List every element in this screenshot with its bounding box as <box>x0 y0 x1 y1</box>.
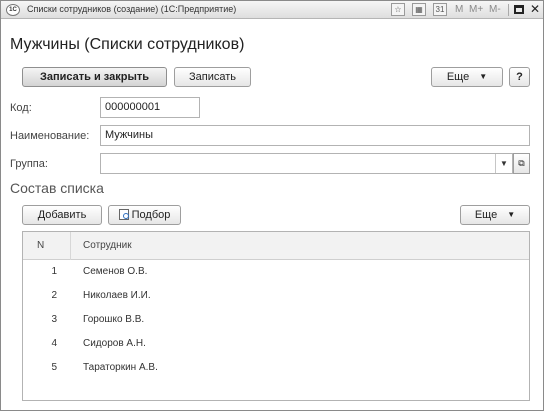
document-form-window: 1С Списки сотрудников (создание) (1С:Пре… <box>0 0 544 411</box>
add-button[interactable]: Добавить <box>22 205 102 225</box>
calendar-icon[interactable]: 31 <box>433 3 447 16</box>
favorites-icon[interactable]: ☆ <box>391 3 405 16</box>
employee-name: Сидоров А.Н. <box>83 338 146 349</box>
titlebar-divider <box>508 4 509 16</box>
employee-name: Горошко В.В. <box>83 314 145 325</box>
table-row[interactable]: 1 Семенов О.В. <box>23 260 529 284</box>
calculator-icon[interactable]: ▦ <box>412 3 426 16</box>
table-row[interactable]: 3 Горошко В.В. <box>23 308 529 332</box>
pick-icon <box>118 209 129 220</box>
chevron-down-icon: ▼ <box>507 210 516 219</box>
page-title: Мужчины (Списки сотрудников) <box>10 36 245 53</box>
pick-button[interactable]: Подбор <box>108 205 181 225</box>
restore-window-icon[interactable] <box>514 5 524 14</box>
code-label: Код: <box>10 102 32 114</box>
group-field[interactable]: ▼ <box>100 153 513 174</box>
name-field[interactable]: Мужчины <box>100 125 530 146</box>
memory-minus-button[interactable]: M- <box>489 4 501 15</box>
employees-table[interactable]: N Сотрудник 1 Семенов О.В. 2 Николаев И.… <box>22 231 530 401</box>
close-window-icon[interactable]: ✕ <box>530 2 540 16</box>
save-button[interactable]: Записать <box>174 67 251 87</box>
employee-name: Семенов О.В. <box>83 266 148 277</box>
app-logo-icon[interactable]: 1С <box>6 4 20 16</box>
row-number: 5 <box>51 362 57 373</box>
employee-name: Николаев И.И. <box>83 290 151 301</box>
row-number: 3 <box>51 314 57 325</box>
list-more-button[interactable]: Еще ▼ <box>460 205 530 225</box>
more-actions-button[interactable]: Еще ▼ <box>431 67 503 87</box>
group-label: Группа: <box>10 158 48 170</box>
list-section-title: Состав списка <box>10 180 104 196</box>
dropdown-arrow-icon[interactable]: ▼ <box>495 154 512 173</box>
window-title: Списки сотрудников (создание) (1С:Предпр… <box>27 4 237 14</box>
list-more-label: Еще <box>474 209 498 221</box>
row-number: 2 <box>51 290 57 301</box>
employee-name: Тараторкин А.В. <box>83 362 158 373</box>
row-number: 1 <box>51 266 57 277</box>
open-group-icon[interactable]: ⧉ <box>513 153 530 174</box>
column-header-employee[interactable]: Сотрудник <box>83 240 132 251</box>
help-button[interactable]: ? <box>509 67 530 87</box>
name-label: Наименование: <box>10 130 90 142</box>
table-row[interactable]: 2 Николаев И.И. <box>23 284 529 308</box>
column-divider <box>70 232 71 260</box>
table-header: N Сотрудник <box>23 232 529 260</box>
save-and-close-button[interactable]: Записать и закрыть <box>22 67 167 87</box>
more-actions-label: Еще <box>446 71 470 83</box>
title-bar: 1С Списки сотрудников (создание) (1С:Пре… <box>1 1 543 19</box>
column-header-n[interactable]: N <box>37 240 44 251</box>
row-number: 4 <box>51 338 57 349</box>
table-row[interactable]: 4 Сидоров А.Н. <box>23 332 529 356</box>
table-row[interactable]: 5 Тараторкин А.В. <box>23 356 529 380</box>
chevron-down-icon: ▼ <box>479 72 488 81</box>
pick-label: Подбор <box>131 209 171 221</box>
code-field[interactable]: 000000001 <box>100 97 200 118</box>
memory-plus-button[interactable]: M+ <box>469 4 483 15</box>
memory-button[interactable]: M <box>455 4 463 15</box>
